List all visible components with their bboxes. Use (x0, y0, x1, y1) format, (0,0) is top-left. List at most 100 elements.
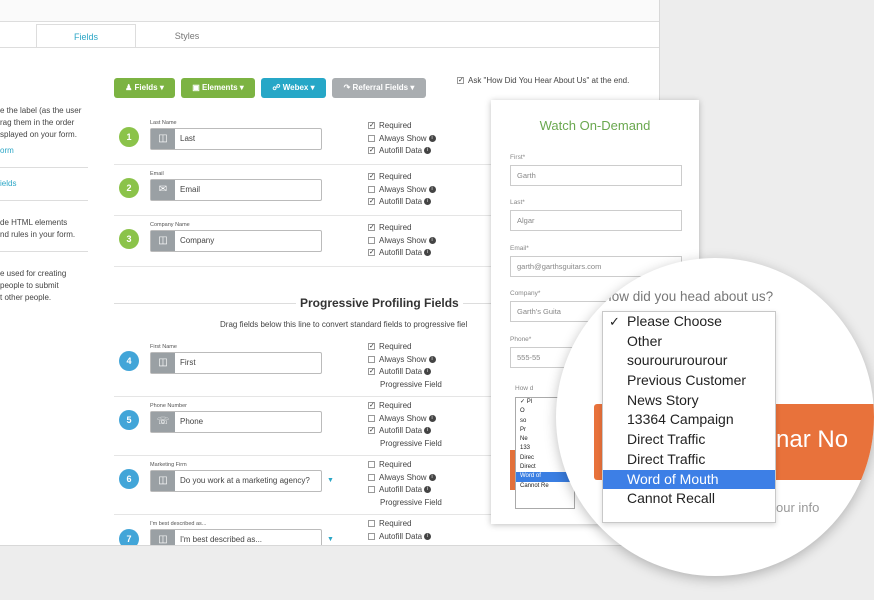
option-label: Autofill Data (379, 248, 423, 257)
required-checkbox[interactable] (368, 461, 375, 469)
field-options: ✓ Required Always Show i ✓ Autofill Data i P… (368, 341, 442, 391)
info-icon[interactable]: i (424, 198, 432, 206)
autofill-checkbox[interactable]: ✓ (368, 427, 375, 435)
field-options: Required Autofill Data i (368, 518, 432, 543)
field-row[interactable]: 3 Company Name ◫ Company ✓ Required Always… (114, 216, 494, 267)
info-icon[interactable]: i (428, 355, 436, 363)
autofill-checkbox[interactable] (368, 486, 375, 494)
info-icon[interactable]: i (428, 473, 436, 481)
id-card-icon: ◫ (151, 231, 175, 251)
field-label: Phone Number (150, 403, 187, 409)
dropdown-option[interactable]: Direct Traffic (603, 450, 775, 470)
button-label: Webex (282, 83, 309, 92)
how-heard-dropdown-list[interactable]: ✓ Please Choose Other souroururourour Previo… (602, 311, 776, 523)
required-checkbox[interactable]: ✓ (368, 224, 375, 232)
help-link-fields[interactable]: ields (0, 178, 100, 190)
info-icon[interactable]: i (424, 249, 432, 257)
field-row[interactable]: 7 I'm best described as... ◫ I'm best des… (114, 515, 494, 545)
field-label: I'm best described as... (150, 521, 207, 527)
dropdown-option[interactable]: souroururourour (603, 351, 775, 371)
dropdown-option[interactable]: Cannot Re (520, 482, 574, 491)
field-label: Last Name (150, 120, 177, 126)
info-icon[interactable]: i (428, 236, 436, 244)
field-input[interactable]: ◫ First (150, 352, 322, 374)
elements-dropdown-button[interactable]: ▣ Elements ▾ (181, 78, 255, 98)
dropdown-option[interactable]: Cannot Recall (603, 489, 775, 509)
dropdown-option[interactable]: Direct Traffic (603, 430, 775, 450)
dropdown-option-selected[interactable]: Word of Mouth (603, 469, 775, 490)
info-icon[interactable]: i (424, 532, 432, 540)
ask-how-heard-option[interactable]: ✓ Ask "How Did You Hear About Us" at the … (457, 76, 629, 85)
referral-fields-dropdown-button[interactable]: ↷ Referral Fields ▾ (332, 78, 426, 98)
option-label: Required (379, 172, 412, 181)
autofill-checkbox[interactable]: ✓ (368, 147, 375, 155)
info-icon[interactable]: i (424, 486, 432, 494)
user-icon: ♟ (125, 83, 133, 92)
required-checkbox[interactable]: ✓ (368, 402, 375, 410)
field-select[interactable]: ◫ I'm best described as... (150, 529, 322, 545)
chevron-down-icon[interactable]: ▼ (327, 536, 334, 543)
help-line: e used for creating (0, 269, 67, 278)
dropdown-option[interactable]: News Story (603, 391, 775, 411)
autofill-checkbox[interactable]: ✓ (368, 198, 375, 206)
always-show-checkbox[interactable] (368, 185, 375, 193)
last-input[interactable]: Algar (510, 210, 682, 231)
first-input[interactable]: Garth (510, 165, 682, 186)
always-show-checkbox[interactable] (368, 473, 375, 481)
webex-dropdown-button[interactable]: ☍ Webex ▾ (261, 78, 326, 98)
always-show-checkbox[interactable] (368, 355, 375, 363)
autofill-checkbox[interactable]: ✓ (368, 368, 375, 376)
autofill-checkbox[interactable]: ✓ (368, 249, 375, 257)
always-show-checkbox[interactable] (368, 414, 375, 422)
help-line: t other people. (0, 293, 52, 302)
info-icon[interactable]: i (428, 414, 436, 422)
last-label: Last* (510, 199, 525, 206)
required-checkbox[interactable]: ✓ (368, 122, 375, 130)
field-row[interactable]: 2 Email ✉ Email ✓ Required Always Show i ✓ A… (114, 165, 494, 216)
info-icon[interactable]: i (428, 134, 436, 142)
always-show-checkbox[interactable] (368, 134, 375, 142)
field-input[interactable]: ☏ Phone (150, 411, 322, 433)
option-label: Autofill Data (379, 426, 423, 435)
dropdown-option[interactable]: ✓ Please Choose (603, 312, 775, 332)
field-row[interactable]: 5 Phone Number ☏ Phone ✓ Required Always S… (114, 397, 494, 456)
info-icon[interactable]: i (424, 147, 432, 155)
field-row[interactable]: 1 Last Name ◫ Last ✓ Required Always Show i… (114, 114, 494, 165)
field-row[interactable]: 6 Marketing Firm ◫ Do you work at a marke… (114, 456, 494, 515)
elements-icon: ▣ (192, 83, 200, 92)
chevron-down-icon[interactable]: ▼ (327, 477, 334, 484)
field-options: ✓ Required Always Show i ✓ Autofill Data i (368, 171, 436, 209)
envelope-icon: ✉ (151, 180, 175, 200)
info-icon[interactable]: i (428, 185, 436, 193)
option-text: Previous Customer (627, 372, 747, 389)
option-text: souroururourour (627, 352, 728, 369)
tab-styles[interactable]: Styles (137, 24, 237, 48)
field-row[interactable]: 4 First Name ◫ First ✓ Required Always Sho… (114, 338, 494, 397)
field-input[interactable]: ◫ Last (150, 128, 322, 150)
dropdown-option-selected[interactable]: Word of (516, 472, 574, 482)
info-icon[interactable]: i (424, 368, 432, 376)
help-link-form[interactable]: orm (0, 145, 100, 157)
required-checkbox[interactable]: ✓ (368, 343, 375, 351)
dropdown-option[interactable]: Previous Customer (603, 371, 775, 391)
dropdown-option[interactable]: Other (603, 332, 775, 352)
option-label: Always Show (379, 413, 427, 423)
field-select[interactable]: ◫ Do you work at a marketing agency? (150, 470, 322, 492)
field-input[interactable]: ✉ Email (150, 179, 322, 201)
option-label: Autofill Data (379, 146, 423, 155)
option-text: Direct Traffic (627, 450, 706, 467)
autofill-checkbox[interactable] (368, 532, 375, 540)
fields-dropdown-button[interactable]: ♟ Fields ▾ (114, 78, 175, 98)
required-checkbox[interactable]: ✓ (368, 173, 375, 181)
dropdown-option[interactable]: 13364 Campaign (603, 410, 775, 430)
field-input[interactable]: ◫ Company (150, 230, 322, 252)
help-line: rag them in the order (0, 118, 75, 127)
tab-fields[interactable]: Fields (36, 24, 136, 48)
required-checkbox[interactable] (368, 520, 375, 528)
option-text: 13364 Campaign (627, 411, 734, 428)
field-number: 1 (119, 127, 139, 147)
always-show-checkbox[interactable] (368, 236, 375, 244)
info-icon[interactable]: i (424, 427, 432, 435)
field-number: 6 (119, 469, 139, 489)
checkbox-checked[interactable]: ✓ (457, 77, 464, 85)
